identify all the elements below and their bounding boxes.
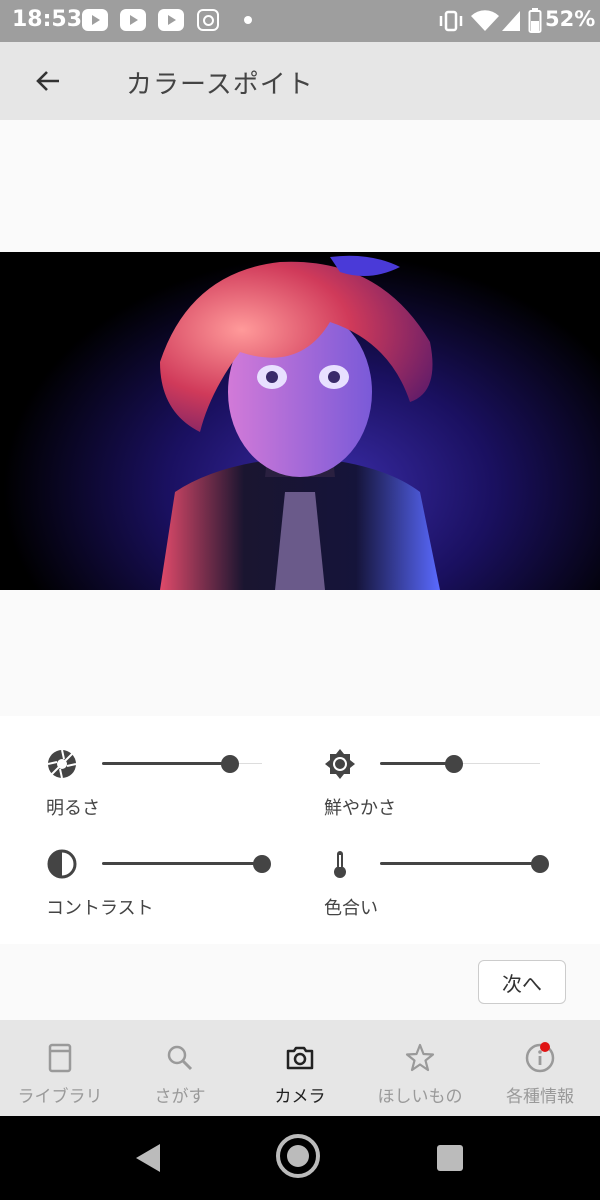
adjustment-panel: 明るさ 鮮やかさ コントラスト 色合い	[0, 716, 600, 944]
page-title: カラースポイト	[126, 70, 314, 100]
back-button[interactable]	[26, 59, 70, 103]
system-back-button[interactable]	[136, 1144, 160, 1172]
nav-info[interactable]: 各種情報	[480, 1020, 600, 1116]
vividness-label: 鮮やかさ	[324, 798, 396, 819]
vibrate-icon	[439, 10, 463, 32]
slider-thumb[interactable]	[253, 855, 271, 873]
nav-camera[interactable]: カメラ	[240, 1020, 360, 1116]
instagram-notification-icon	[197, 9, 219, 31]
status-time: 18:53	[12, 7, 83, 32]
status-bar: 18:53 52%	[0, 0, 600, 42]
book-icon	[48, 1043, 72, 1073]
brightness-slider[interactable]	[102, 754, 262, 774]
hue-slider[interactable]	[380, 854, 549, 874]
photo-preview[interactable]	[0, 252, 600, 590]
contrast-slider[interactable]	[102, 854, 271, 874]
notification-badge	[540, 1042, 550, 1052]
contrast-icon	[47, 849, 77, 879]
nav-info-label: 各種情報	[506, 1087, 574, 1107]
brightness-label: 明るさ	[46, 798, 100, 819]
brightness-icon	[325, 749, 355, 779]
star-icon	[405, 1043, 435, 1072]
arrow-left-icon	[36, 71, 59, 91]
slider-thumb[interactable]	[531, 855, 549, 873]
thermometer-icon	[334, 851, 346, 878]
search-icon	[167, 1045, 193, 1071]
battery-percentage: 52%	[545, 7, 596, 31]
aperture-icon	[47, 749, 77, 779]
nav-wishlist[interactable]: ほしいもの	[360, 1020, 480, 1116]
nav-library[interactable]: ライブラリ	[0, 1020, 120, 1116]
system-home-button[interactable]	[276, 1134, 320, 1178]
camera-icon	[286, 1046, 314, 1070]
battery-icon	[528, 8, 542, 33]
slider-thumb[interactable]	[221, 755, 239, 773]
youtube-notification-icon	[120, 9, 146, 31]
system-navigation-bar	[0, 1116, 600, 1200]
contrast-label: コントラスト	[46, 898, 154, 919]
vividness-slider[interactable]	[380, 754, 540, 774]
slider-thumb[interactable]	[444, 755, 463, 773]
system-recents-button[interactable]	[437, 1145, 463, 1171]
nav-camera-label: カメラ	[274, 1087, 326, 1107]
youtube-notification-icon	[158, 9, 184, 31]
nav-wishlist-label: ほしいもの	[377, 1087, 463, 1107]
hue-label: 色合い	[324, 898, 378, 919]
bottom-navigation: ライブラリ さがす カメラ ほしいもの 各種情報	[0, 1020, 600, 1116]
youtube-notification-icon	[82, 9, 108, 31]
app-bar: カラースポイト	[0, 42, 600, 120]
next-button[interactable]: 次へ	[478, 960, 566, 1004]
nav-search-label: さがす	[154, 1087, 206, 1107]
more-notifications-icon	[244, 16, 252, 24]
wifi-icon	[471, 10, 499, 32]
nav-library-label: ライブラリ	[17, 1087, 103, 1107]
anime-character-illustration	[160, 255, 440, 590]
nav-search[interactable]: さがす	[120, 1020, 240, 1116]
cell-signal-icon	[502, 11, 520, 31]
